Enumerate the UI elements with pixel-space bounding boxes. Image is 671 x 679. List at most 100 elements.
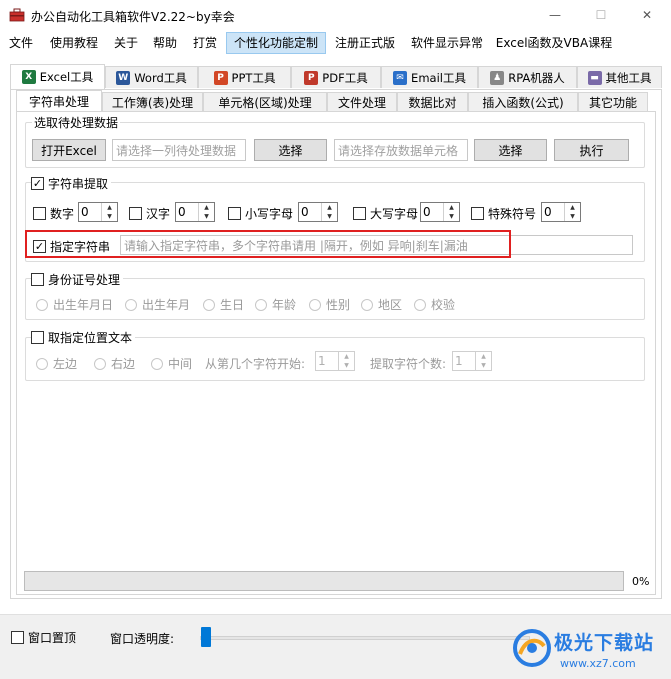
spinner-value: 0 [178,205,186,219]
select-source-button[interactable]: 选择 [254,139,327,161]
position-text-checkbox[interactable]: 取指定位置文本 [31,329,136,346]
radio-left[interactable]: 左边 [36,355,77,372]
special-char-count-spinner[interactable]: 0 ▲ ▼ [541,202,581,222]
target-cell-input[interactable]: 请选择存放数据单元格 [334,139,468,161]
subtab-workbook[interactable]: 工作簿(表)处理 [102,92,203,111]
maximize-icon: ☐ [595,8,607,22]
subtab-string[interactable]: 字符串处理 [16,90,102,111]
radio-region[interactable]: 地区 [361,296,402,313]
up-arrow-icon: ▲ [327,204,332,211]
chinese-count-spinner[interactable]: 0 ▲ ▼ [175,202,215,222]
radio-dot [94,357,106,370]
menu-tutorial[interactable]: 使用教程 [43,32,105,54]
start-position-spinner[interactable]: 1 ▲ ▼ [315,351,355,371]
special-char-label: 特殊符号 [488,207,537,221]
radio-birth-month[interactable]: 出生年月 [125,296,190,313]
word-icon: W [116,70,131,85]
chinese-checkbox[interactable]: 汉字 [129,205,170,222]
spinner-arrows[interactable]: ▲ ▼ [564,203,580,221]
tab-excel-tools[interactable]: X Excel工具 [10,64,105,89]
string-extract-checkbox[interactable]: ✓ 字符串提取 [31,175,112,192]
aurora-logo-icon [513,629,551,667]
menu-help[interactable]: 帮助 [147,32,183,54]
position-text-label: 取指定位置文本 [48,331,133,345]
tab-rpa-robot[interactable]: ♟ RPA机器人 [478,66,577,88]
menu-register[interactable]: 注册正式版 [329,32,401,54]
subtab-compare[interactable]: 数据比对 [397,92,468,111]
spinner-arrows[interactable]: ▲ ▼ [338,352,354,370]
tab-word-tools[interactable]: W Word工具 [105,66,198,88]
id-card-label: 身份证号处理 [48,273,121,287]
lowercase-checkbox[interactable]: 小写字母 [228,205,293,222]
uppercase-checkbox[interactable]: 大写字母 [353,205,418,222]
menu-display-issue[interactable]: 软件显示异常 [404,32,490,54]
subtab-insert-function[interactable]: 插入函数(公式) [468,92,578,111]
spinner-value: 1 [455,354,463,368]
app-toolbox-icon [9,8,25,22]
tab-pdf-tools[interactable]: P PDF工具 [291,66,381,88]
checkbox-box [129,207,142,220]
spinner-arrows[interactable]: ▲ ▼ [443,203,459,221]
tab-ppt-tools[interactable]: P PPT工具 [198,66,291,88]
menu-file[interactable]: 文件 [3,32,39,54]
opacity-slider-thumb[interactable] [201,627,211,647]
menu-customize[interactable]: 个性化功能定制 [226,32,326,54]
tab-other-tools[interactable]: ▬ 其他工具 [577,66,662,88]
subtab-cell-range[interactable]: 单元格(区域)处理 [203,92,327,111]
subtab-other[interactable]: 其它功能 [578,92,648,111]
spinner-value: 1 [318,354,326,368]
radio-label: 性别 [326,298,351,312]
spinner-arrows[interactable]: ▲ ▼ [198,203,214,221]
tool-tabs: X Excel工具 W Word工具 P PPT工具 P PDF工具 ✉ Ema… [10,64,662,90]
checkbox-box [31,331,44,344]
radio-birth-date[interactable]: 出生年月日 [36,296,113,313]
menu-donate[interactable]: 打赏 [187,32,223,54]
open-excel-button[interactable]: 打开Excel [32,139,106,161]
function-tabs: 字符串处理 工作簿(表)处理 单元格(区域)处理 文件处理 数据比对 插入函数(… [16,90,656,112]
execute-button[interactable]: 执行 [554,139,629,161]
digit-count-spinner[interactable]: 0 ▲ ▼ [78,202,118,222]
progress-bar [24,571,624,591]
tab-email-tools[interactable]: ✉ Email工具 [381,66,478,88]
radio-age[interactable]: 年龄 [255,296,296,313]
subtab-file[interactable]: 文件处理 [327,92,397,111]
window-pin-checkbox[interactable]: 窗口置顶 [11,629,76,646]
source-data-input[interactable]: 请选择一列待处理数据 [112,139,246,161]
lowercase-count-spinner[interactable]: 0 ▲ ▼ [298,202,338,222]
checkbox-box [33,207,46,220]
spinner-arrows[interactable]: ▲ ▼ [101,203,117,221]
tab-label: PDF工具 [322,70,368,85]
uppercase-count-spinner[interactable]: 0 ▲ ▼ [420,202,460,222]
close-button[interactable]: ✕ [624,0,670,30]
chinese-label: 汉字 [146,207,171,221]
select-target-button[interactable]: 选择 [474,139,547,161]
radio-verify[interactable]: 校验 [414,296,455,313]
maximize-button[interactable]: ☐ [578,0,624,30]
spinner-arrows[interactable]: ▲ ▼ [321,203,337,221]
tab-label: RPA机器人 [508,70,565,85]
char-count-spinner[interactable]: 1 ▲ ▼ [452,351,492,371]
lowercase-label: 小写字母 [245,207,294,221]
radio-dot [125,298,137,311]
tab-label: Excel工具 [39,70,94,84]
minimize-icon: — [549,8,561,22]
folder-icon: ▬ [587,70,602,85]
up-arrow-icon: ▲ [570,204,575,211]
id-card-checkbox[interactable]: 身份证号处理 [31,271,124,288]
special-char-checkbox[interactable]: 特殊符号 [471,205,536,222]
radio-gender[interactable]: 性别 [309,296,350,313]
spinner-arrows[interactable]: ▲ ▼ [475,352,491,370]
down-arrow-icon: ▼ [449,213,454,220]
window-pin-label: 窗口置顶 [28,631,77,645]
radio-birthday[interactable]: 生日 [203,296,244,313]
menu-excel-vba-course[interactable]: Excel函数及VBA课程 [493,32,615,54]
digit-checkbox[interactable]: 数字 [33,205,74,222]
menu-about[interactable]: 关于 [108,32,144,54]
opacity-slider-track[interactable] [200,636,530,640]
radio-label: 出生年月日 [53,298,114,312]
minimize-button[interactable]: — [532,0,578,30]
radio-dot [309,298,321,311]
radio-right[interactable]: 右边 [94,355,135,372]
radio-middle[interactable]: 中间 [151,355,192,372]
pdf-icon: P [304,70,319,85]
